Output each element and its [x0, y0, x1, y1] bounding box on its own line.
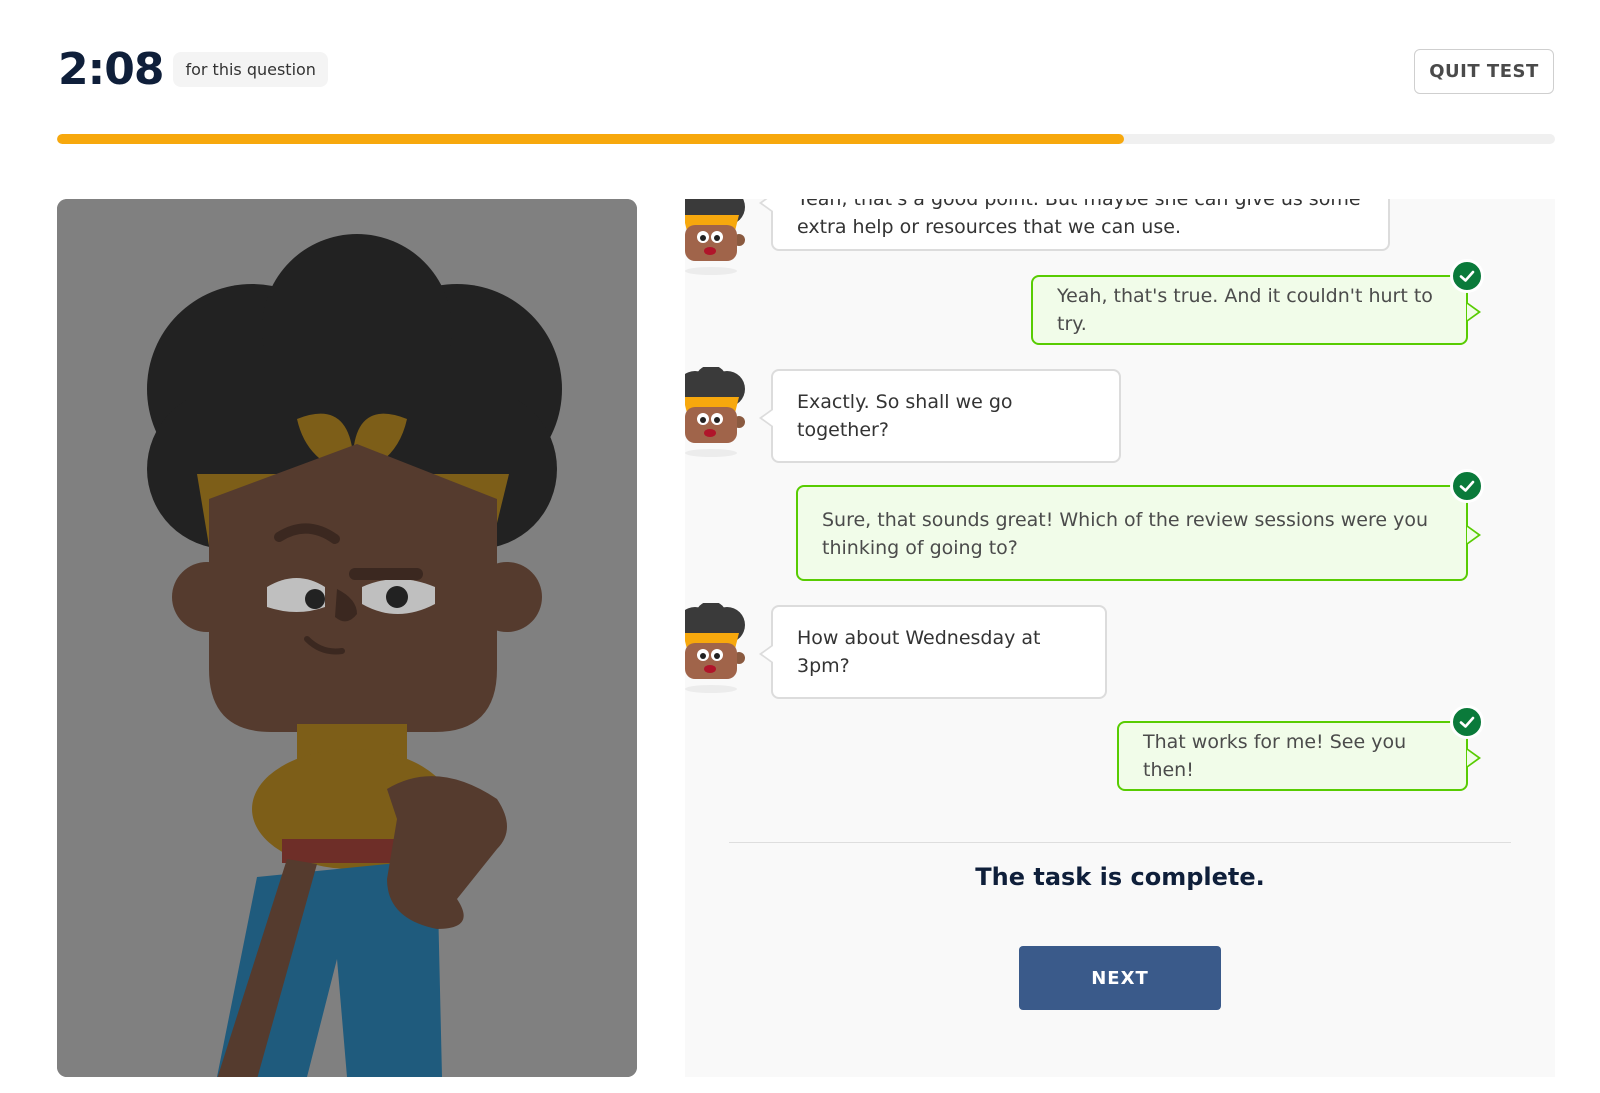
timer-caption: for this question	[173, 52, 328, 87]
message-text: Sure, that sounds great! Which of the re…	[822, 509, 1429, 531]
progress-fill	[57, 134, 1124, 144]
progress-bar	[57, 134, 1555, 144]
character-avatar-icon	[685, 365, 745, 457]
message-text: That works for me! See you then!	[1143, 731, 1407, 781]
message-text: Yeah, that's true. And it couldn't hurt …	[1057, 285, 1433, 335]
character-illustration	[57, 199, 637, 1077]
timer-value: 2:08	[58, 44, 164, 95]
next-button[interactable]: NEXT	[1019, 946, 1221, 1010]
user-message-bubble: Sure, that sounds great! Which of the re…	[796, 485, 1481, 581]
task-complete-message: The task is complete.	[975, 863, 1265, 891]
message-text: Yeah, that's a good point. But maybe she…	[797, 199, 1361, 210]
check-icon	[1450, 469, 1484, 503]
message-text: Exactly. So shall we go together?	[797, 391, 1013, 441]
message-text: How about Wednesday at 3pm?	[797, 627, 1041, 677]
message-text: thinking of going to?	[822, 537, 1018, 559]
partner-avatar	[685, 365, 749, 457]
partner-avatar	[685, 199, 749, 275]
character-avatar-icon	[685, 199, 745, 275]
check-icon	[1450, 259, 1484, 293]
partner-message-bubble: How about Wednesday at 3pm?	[759, 605, 1107, 699]
chat-panel: Yeah, that's a good point. But maybe she…	[685, 199, 1555, 1077]
partner-message-bubble: Exactly. So shall we go together?	[759, 369, 1121, 463]
check-icon	[1450, 705, 1484, 739]
character-avatar-icon	[685, 601, 745, 693]
test-page: 2:08 for this question QUIT TEST Yeah, t…	[0, 0, 1600, 1093]
character-image	[57, 199, 637, 1077]
quit-test-button[interactable]: QUIT TEST	[1414, 49, 1554, 94]
divider	[729, 842, 1511, 843]
user-message-bubble: Yeah, that's true. And it couldn't hurt …	[1031, 275, 1481, 345]
partner-message-bubble: Yeah, that's a good point. But maybe she…	[759, 199, 1390, 251]
user-message-bubble: That works for me! See you then!	[1117, 721, 1481, 791]
partner-avatar	[685, 601, 749, 693]
message-text: extra help or resources that we can use.	[797, 216, 1181, 238]
question-timer: 2:08 for this question	[58, 44, 328, 95]
